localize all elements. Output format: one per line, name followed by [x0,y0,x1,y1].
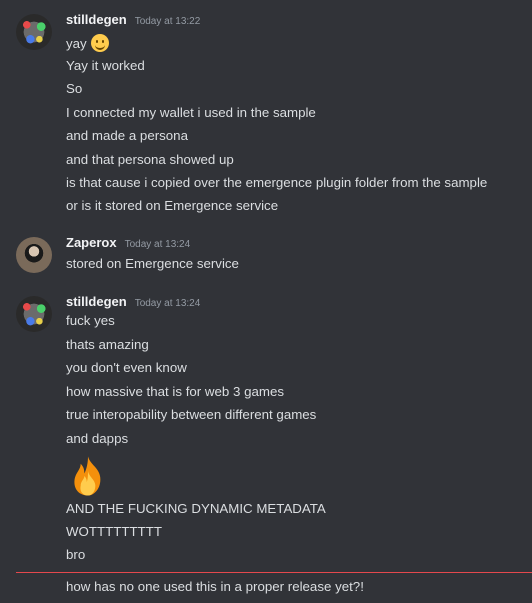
message-text: AND THE FUCKING DYNAMIC METADATA [66,501,326,516]
message-text: or is it stored on Emergence service [66,198,279,213]
username[interactable]: Zaperox [66,235,117,250]
new-messages-divider [16,572,532,573]
slightly-smiling-face-icon [90,34,109,52]
message-text: and that persona showed up [66,152,234,167]
message-text: I connected my wallet i used in the samp… [66,105,316,120]
message-header: stilldegen Today at 13:22 [66,12,200,34]
user-avatar[interactable] [16,296,52,332]
timestamp[interactable]: Today at 13:22 [135,16,201,27]
message-text: and made a persona [66,128,188,143]
message-header: Zaperox Today at 13:24 [66,235,190,257]
message-text: thats amazing [66,337,149,352]
message-text: you don't even know [66,360,187,375]
user-avatar[interactable] [16,237,52,273]
message-text: is that cause i copied over the emergenc… [66,175,488,190]
message-text: Yay it worked [66,58,145,73]
timestamp[interactable]: Today at 13:24 [125,239,191,250]
message-text: WOTTTTTTTTT [66,524,162,539]
message-text: how has no one used this in a proper rel… [66,579,364,594]
message-text: So [66,81,83,96]
timestamp[interactable]: Today at 13:24 [135,298,201,309]
message-text: yay [66,34,109,52]
message-line: yay [66,36,87,51]
message-text: stored on Emergence service [66,256,239,271]
message-text: bro [66,547,86,562]
message-text: true interopability between different ga… [66,407,317,422]
username[interactable]: stilldegen [66,12,127,27]
user-avatar[interactable] [16,14,52,50]
message-text: fuck yes [66,313,115,328]
fire-icon [74,456,101,496]
message-text: and dapps [66,431,129,446]
username[interactable]: stilldegen [66,294,127,309]
message-text: how massive that is for web 3 games [66,384,285,399]
